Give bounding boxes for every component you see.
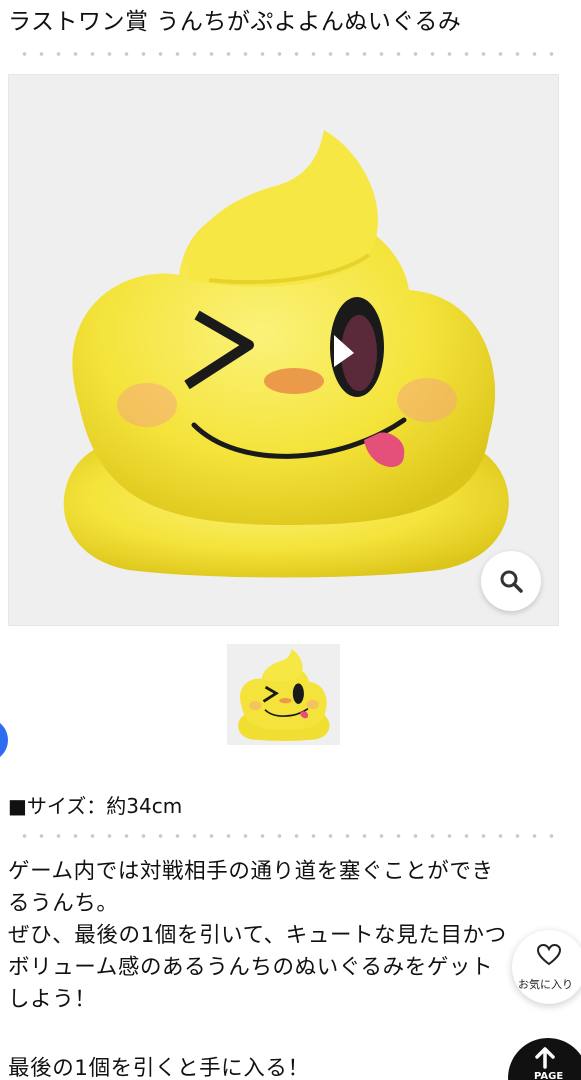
thumbnail-image[interactable] [227,644,340,745]
description-line: るうんち。 [8,891,119,916]
magnifier-icon [500,570,523,593]
heart-icon [536,943,562,966]
favorite-label: お気に入り [518,978,573,991]
main-product-image[interactable] [8,74,559,626]
thumbnail-plush [238,649,330,741]
product-description: ゲーム内では対戦相手の通り道を塞ぐことができ るうんち。 ぜひ、最後の1個を引い… [8,856,568,1016]
dotted-divider [16,834,565,838]
description-line: しよう！ [8,987,97,1012]
size-info: ■サイズ：約34cm [8,794,183,818]
product-title: ラストワン賞 うんちがぷよよんぬいぐるみ [8,9,462,35]
description-line: ボリューム感のあるうんちのぬいぐるみをゲット [8,955,494,980]
page-top-label: PAGE [534,1071,564,1080]
arrow-up-icon [535,1047,555,1069]
page-top-button[interactable]: PAGE [508,1038,581,1080]
last-one-note: 最後の1個を引くと手に入る！ [8,1056,310,1080]
description-line: ぜひ、最後の1個を引いて、キュートな見た目かつ [8,923,507,948]
zoom-button[interactable] [481,551,541,611]
description-line: ゲーム内では対戦相手の通り道を塞ぐことができ [8,859,494,884]
side-tab[interactable] [0,718,8,762]
plush-illustration [63,130,509,578]
favorite-button[interactable]: お気に入り [512,930,581,1004]
dotted-divider [16,52,565,56]
